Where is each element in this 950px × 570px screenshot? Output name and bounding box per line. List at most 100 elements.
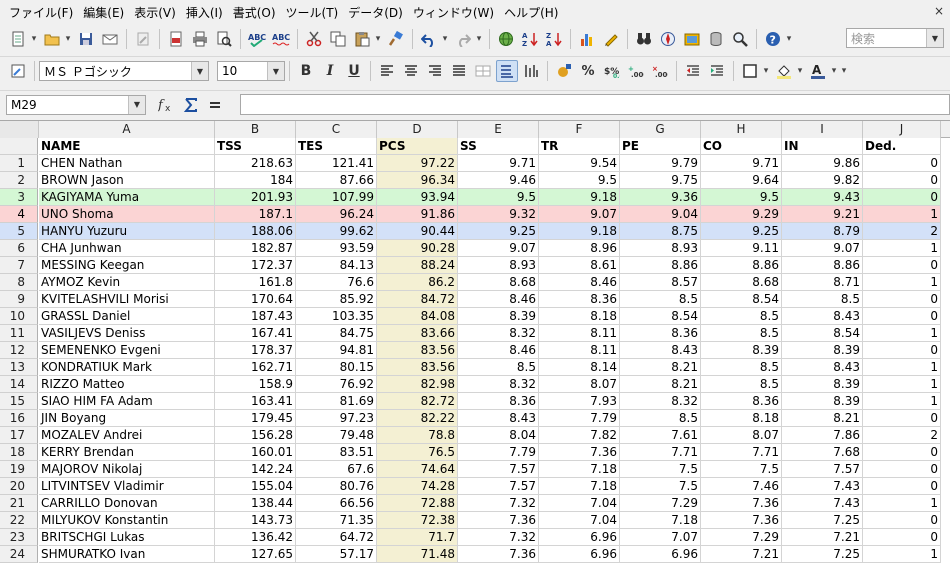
score-cell[interactable]: 94.81 [296, 342, 377, 359]
menu-tools[interactable]: ツール(T) [281, 4, 344, 21]
score-cell[interactable]: 0 [863, 529, 941, 546]
score-cell[interactable]: 8.86 [701, 257, 782, 274]
column-header-b[interactable]: B [215, 121, 296, 138]
score-cell[interactable]: 9.46 [458, 172, 539, 189]
score-cell[interactable]: 8.04 [458, 427, 539, 444]
score-cell[interactable]: 9.75 [620, 172, 701, 189]
score-cell[interactable]: 8.5 [620, 410, 701, 427]
score-cell[interactable]: 72.38 [377, 512, 458, 529]
score-cell[interactable]: 85.92 [296, 291, 377, 308]
justify-icon[interactable] [448, 60, 470, 82]
row-header[interactable]: 12 [0, 342, 38, 359]
save-icon[interactable] [75, 28, 97, 50]
row-header[interactable]: 10 [0, 308, 38, 325]
score-cell[interactable]: 64.72 [296, 529, 377, 546]
row-header[interactable]: 17 [0, 427, 38, 444]
score-cell[interactable]: 8.11 [539, 342, 620, 359]
score-cell[interactable]: 9.07 [458, 240, 539, 257]
row-header[interactable]: 13 [0, 359, 38, 376]
score-cell[interactable]: 7.71 [620, 444, 701, 461]
score-cell[interactable]: 0 [863, 512, 941, 529]
score-cell[interactable]: 167.41 [215, 325, 296, 342]
score-cell[interactable]: 8.5 [701, 376, 782, 393]
export-pdf-icon[interactable] [165, 28, 187, 50]
score-cell[interactable]: 9.11 [701, 240, 782, 257]
score-cell[interactable]: 178.37 [215, 342, 296, 359]
skater-name-cell[interactable]: MOZALEV Andrei [39, 427, 215, 444]
score-cell[interactable]: 1 [863, 359, 941, 376]
column-header-g[interactable]: G [620, 121, 701, 138]
score-cell[interactable]: 71.35 [296, 512, 377, 529]
score-cell[interactable]: 9.25 [458, 223, 539, 240]
score-cell[interactable]: 84.75 [296, 325, 377, 342]
score-cell[interactable]: 96.24 [296, 206, 377, 223]
score-cell[interactable]: 143.73 [215, 512, 296, 529]
score-cell[interactable]: 1 [863, 376, 941, 393]
score-cell[interactable]: 7.29 [701, 529, 782, 546]
column-title-cell[interactable]: CO [701, 138, 782, 155]
score-cell[interactable]: 7.93 [539, 393, 620, 410]
score-cell[interactable]: 8.57 [620, 274, 701, 291]
score-cell[interactable]: 0 [863, 155, 941, 172]
score-cell[interactable]: 7.79 [458, 444, 539, 461]
score-cell[interactable]: 160.01 [215, 444, 296, 461]
data-sources-icon[interactable] [705, 28, 727, 50]
score-cell[interactable]: 7.21 [782, 529, 863, 546]
score-cell[interactable]: 7.04 [539, 495, 620, 512]
open-dropdown-icon[interactable]: ▾ [63, 28, 73, 50]
skater-name-cell[interactable]: BRITSCHGI Lukas [39, 529, 215, 546]
score-cell[interactable]: 7.36 [701, 495, 782, 512]
column-title-cell[interactable]: PCS [377, 138, 458, 155]
column-header-a[interactable]: A [39, 121, 215, 138]
column-header-f[interactable]: F [539, 121, 620, 138]
menu-file[interactable]: ファイル(F) [4, 4, 78, 21]
score-cell[interactable]: 8.36 [701, 393, 782, 410]
score-cell[interactable]: 9.71 [458, 155, 539, 172]
menu-help[interactable]: ヘルプ(H) [499, 4, 563, 21]
score-cell[interactable]: 74.28 [377, 478, 458, 495]
score-cell[interactable]: 103.35 [296, 308, 377, 325]
column-title-cell[interactable]: Ded. [863, 138, 941, 155]
score-cell[interactable]: 8.43 [782, 308, 863, 325]
score-cell[interactable]: 2 [863, 223, 941, 240]
score-cell[interactable]: 0 [863, 172, 941, 189]
score-cell[interactable]: 8.75 [620, 223, 701, 240]
score-cell[interactable]: 8.21 [782, 410, 863, 427]
score-cell[interactable]: 8.43 [620, 342, 701, 359]
score-cell[interactable]: 96.34 [377, 172, 458, 189]
menu-insert[interactable]: 挿入(I) [181, 4, 228, 21]
formula-input[interactable] [240, 94, 950, 115]
score-cell[interactable]: 8.46 [458, 342, 539, 359]
score-cell[interactable]: 8.96 [539, 240, 620, 257]
undo-dropdown-icon[interactable]: ▾ [440, 28, 450, 50]
score-cell[interactable]: 172.37 [215, 257, 296, 274]
score-cell[interactable]: 7.21 [701, 546, 782, 563]
skater-name-cell[interactable]: UNO Shoma [39, 206, 215, 223]
row-header[interactable]: 7 [0, 257, 38, 274]
score-cell[interactable]: 156.28 [215, 427, 296, 444]
score-cell[interactable]: 71.7 [377, 529, 458, 546]
score-cell[interactable]: 9.5 [701, 189, 782, 206]
font-color-icon[interactable]: A [807, 60, 829, 82]
skater-name-cell[interactable]: RIZZO Matteo [39, 376, 215, 393]
column-title-cell[interactable]: TR [539, 138, 620, 155]
score-cell[interactable]: 9.86 [782, 155, 863, 172]
spellcheck-icon[interactable]: ABC [246, 28, 268, 50]
skater-name-cell[interactable]: SEMENENKO Evgeni [39, 342, 215, 359]
score-cell[interactable]: 8.21 [620, 359, 701, 376]
score-cell[interactable]: 187.1 [215, 206, 296, 223]
skater-name-cell[interactable]: KAGIYAMA Yuma [39, 189, 215, 206]
score-cell[interactable]: 184 [215, 172, 296, 189]
score-cell[interactable]: 182.87 [215, 240, 296, 257]
score-cell[interactable]: 90.44 [377, 223, 458, 240]
score-cell[interactable]: 9.04 [620, 206, 701, 223]
row-header[interactable]: 1 [0, 155, 38, 172]
score-cell[interactable]: 66.56 [296, 495, 377, 512]
skater-name-cell[interactable]: BROWN Jason [39, 172, 215, 189]
score-cell[interactable]: 8.86 [620, 257, 701, 274]
delete-decimal-place-icon[interactable]: ×.000 [649, 60, 671, 82]
score-cell[interactable]: 8.46 [539, 274, 620, 291]
score-cell[interactable]: 8.39 [458, 308, 539, 325]
score-cell[interactable]: 8.39 [782, 393, 863, 410]
score-cell[interactable]: 8.07 [539, 376, 620, 393]
